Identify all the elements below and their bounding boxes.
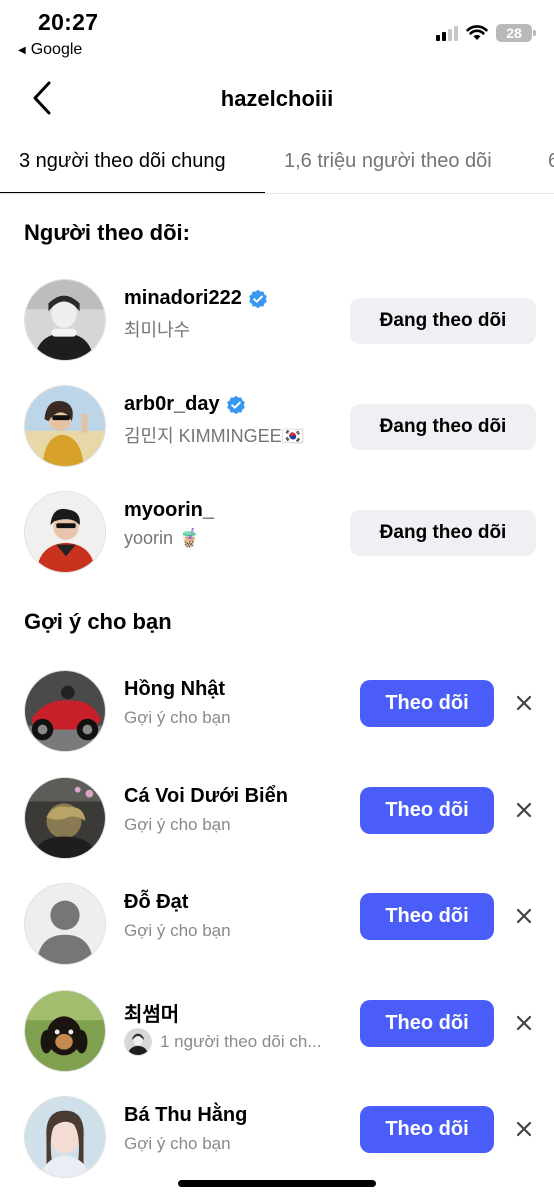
dismiss-button[interactable] bbox=[510, 1009, 538, 1037]
suggestion-reason: Gợi ý cho bạn bbox=[124, 1134, 231, 1154]
follower-row[interactable]: myoorin_ yoorin 🧋 Đang theo dõi bbox=[0, 484, 554, 584]
full-name: yoorin 🧋 bbox=[124, 528, 201, 548]
suggestion-reason: Gợi ý cho bạn bbox=[124, 921, 231, 941]
suggestions-section-title: Gợi ý cho bạn bbox=[24, 609, 172, 634]
avatar[interactable] bbox=[24, 990, 106, 1072]
following-button[interactable]: Đang theo dõi bbox=[350, 404, 536, 450]
avatar[interactable] bbox=[24, 491, 106, 573]
nav-header: hazelchoiii bbox=[0, 66, 554, 130]
dismiss-button[interactable] bbox=[510, 796, 538, 824]
avatar[interactable] bbox=[24, 385, 106, 467]
suggestion-reason-text: Gợi ý cho bạn bbox=[124, 708, 231, 727]
follower-row[interactable]: minadori222 최미나수 Đang theo dõi bbox=[0, 272, 554, 372]
suggestion-reason-text: 1 người theo dõi ch... bbox=[160, 1032, 322, 1051]
tab-mutual-followers[interactable]: 3 người theo dõi chung bbox=[19, 150, 226, 173]
username-text: arb0r_day bbox=[124, 393, 220, 415]
back-to-app-link[interactable]: ◀ Google bbox=[18, 41, 82, 59]
suggestion-row[interactable]: Đỗ Đạt Gợi ý cho bạn Theo dõi bbox=[0, 876, 554, 976]
tab-bar: 3 người theo dõi chung 1,6 triệu người t… bbox=[0, 130, 554, 194]
wifi-icon bbox=[466, 25, 488, 40]
status-time: 20:27 bbox=[38, 9, 99, 35]
avatar[interactable] bbox=[24, 777, 106, 859]
default-avatar[interactable] bbox=[24, 883, 106, 965]
verified-badge-icon bbox=[226, 395, 245, 414]
dismiss-button[interactable] bbox=[510, 689, 538, 717]
suggestion-row[interactable]: Bá Thu Hằng Gợi ý cho bạn Theo dõi bbox=[0, 1089, 554, 1189]
followers-section-title: Người theo dõi: bbox=[24, 220, 190, 245]
dismiss-button[interactable] bbox=[510, 902, 538, 930]
suggestion-reason-text: Gợi ý cho bạn bbox=[124, 921, 231, 940]
suggested-name[interactable]: 최썸머 bbox=[124, 998, 179, 1027]
suggestion-row[interactable]: Hồng Nhật Gợi ý cho bạn Theo dõi bbox=[0, 663, 554, 763]
username[interactable]: myoorin_ bbox=[124, 499, 214, 522]
suggested-name[interactable]: Đỗ Đạt bbox=[124, 891, 188, 914]
avatar[interactable] bbox=[24, 279, 106, 361]
close-icon bbox=[516, 695, 532, 711]
suggestion-reason: Gợi ý cho bạn bbox=[124, 815, 231, 835]
avatar[interactable] bbox=[24, 670, 106, 752]
suggested-name[interactable]: Cá Voi Dưới Biển bbox=[124, 785, 288, 808]
tab-following[interactable]: 6 bbox=[548, 150, 554, 173]
suggestion-row[interactable]: Cá Voi Dưới Biển Gợi ý cho bạn Theo dõi bbox=[0, 770, 554, 870]
mutual-follower-avatar bbox=[124, 1028, 152, 1056]
status-bar: 20:27 ◀ Google 28 bbox=[0, 0, 554, 66]
close-icon bbox=[516, 1121, 532, 1137]
suggested-name[interactable]: Hồng Nhật bbox=[124, 678, 225, 701]
suggestion-row[interactable]: 최썸머 1 người theo dõi ch... Theo dõi bbox=[0, 983, 554, 1083]
status-icons: 28 bbox=[436, 24, 536, 42]
back-app-label: Google bbox=[30, 41, 83, 58]
suggestion-reason: 1 người theo dõi ch... bbox=[124, 1028, 321, 1056]
page-title: hazelchoiii bbox=[220, 86, 334, 111]
verified-badge-icon bbox=[249, 289, 267, 308]
suggestion-reason-text: Gợi ý cho bạn bbox=[124, 815, 231, 834]
follow-button[interactable]: Theo dõi bbox=[360, 1000, 494, 1047]
suggestion-reason-text: Gợi ý cho bạn bbox=[124, 1134, 231, 1153]
follow-button[interactable]: Theo dõi bbox=[360, 893, 494, 940]
follow-button[interactable]: Theo dõi bbox=[360, 680, 494, 727]
close-icon bbox=[516, 802, 532, 818]
dismiss-button[interactable] bbox=[510, 1115, 538, 1143]
active-tab-indicator bbox=[0, 192, 265, 193]
username[interactable]: arb0r_day bbox=[124, 393, 246, 416]
follow-button[interactable]: Theo dõi bbox=[360, 787, 494, 834]
suggested-name[interactable]: Bá Thu Hằng bbox=[124, 1104, 247, 1127]
battery-level: 28 bbox=[506, 25, 522, 41]
tab-followers[interactable]: 1,6 triệu người theo dõi bbox=[284, 150, 492, 173]
following-button[interactable]: Đang theo dõi bbox=[350, 510, 536, 556]
close-icon bbox=[516, 908, 532, 924]
full-name: 김민지 KIMMINGEE🇰🇷 bbox=[124, 426, 305, 446]
full-name: 최미나수 bbox=[124, 320, 191, 340]
username-text: minadori222 bbox=[124, 287, 242, 309]
back-triangle-icon: ◀ bbox=[18, 44, 26, 56]
close-icon bbox=[516, 1015, 532, 1031]
username[interactable]: minadori222 bbox=[124, 287, 268, 310]
following-button[interactable]: Đang theo dõi bbox=[350, 298, 536, 344]
follower-row[interactable]: arb0r_day 김민지 KIMMINGEE🇰🇷 Đang theo dõi bbox=[0, 378, 554, 478]
follow-button[interactable]: Theo dõi bbox=[360, 1106, 494, 1153]
suggestion-reason: Gợi ý cho bạn bbox=[124, 708, 231, 728]
avatar[interactable] bbox=[24, 1096, 106, 1178]
battery-icon: 28 bbox=[496, 24, 536, 42]
username-text: myoorin_ bbox=[124, 499, 215, 521]
cellular-signal-icon bbox=[436, 25, 458, 41]
home-indicator bbox=[178, 1180, 376, 1187]
